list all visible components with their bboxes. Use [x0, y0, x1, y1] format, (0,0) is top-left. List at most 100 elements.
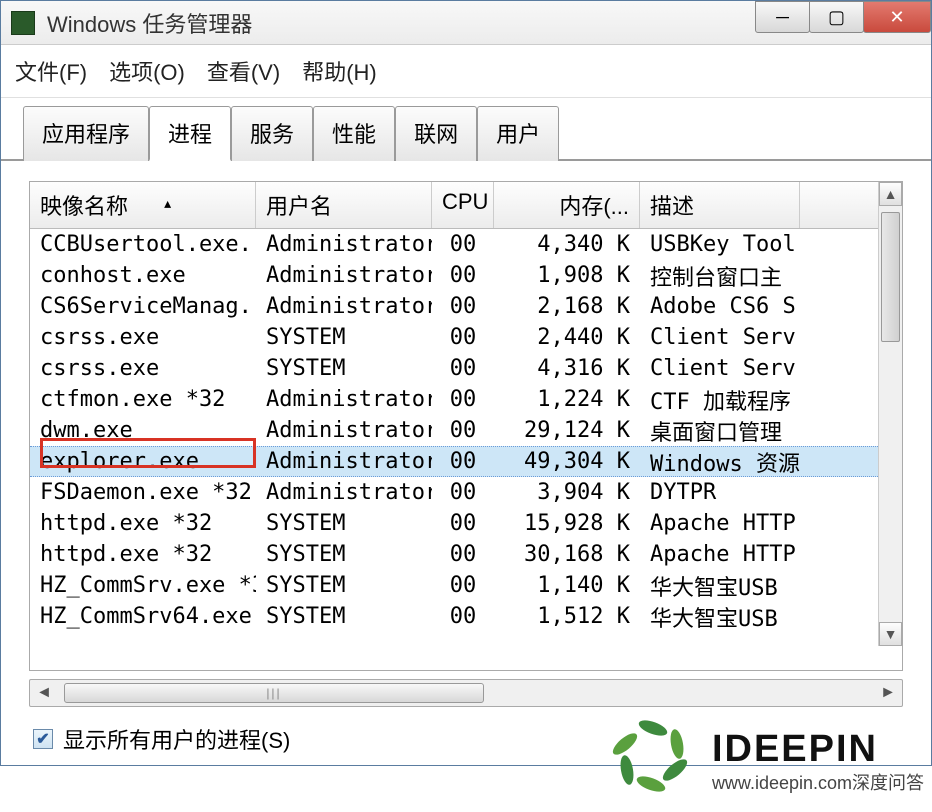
cell-name: httpd.exe *32 — [30, 540, 256, 569]
cell-mem: 29,124 K — [494, 416, 640, 445]
cell-user: Administrator — [256, 385, 432, 414]
table-row[interactable]: explorer.exeAdministrator0049,304 KWindo… — [30, 446, 902, 477]
cell-user: Administrator — [256, 416, 432, 445]
table-row[interactable]: CCBUsertool.exe...Administrator004,340 K… — [30, 229, 902, 260]
column-memory[interactable]: 内存(... — [494, 182, 640, 228]
cell-cpu: 00 — [432, 602, 494, 631]
cell-desc: Client Serv — [640, 354, 800, 383]
scroll-down-icon[interactable]: ▼ — [879, 622, 902, 646]
cell-desc: Apache HTTP — [640, 540, 800, 569]
table-row[interactable]: dwm.exeAdministrator0029,124 K桌面窗口管理 — [30, 415, 902, 446]
cell-user: Administrator — [256, 230, 432, 259]
cell-cpu: 00 — [432, 540, 494, 569]
menu-file[interactable]: 文件(F) — [15, 55, 87, 87]
table-row[interactable]: FSDaemon.exe *32Administrator003,904 KDY… — [30, 477, 902, 508]
cell-cpu: 00 — [432, 323, 494, 352]
tab-services[interactable]: 服务 — [231, 106, 313, 161]
watermark-logo-icon — [608, 716, 698, 806]
minimize-button[interactable]: ─ — [755, 1, 810, 33]
menu-options[interactable]: 选项(O) — [109, 55, 185, 87]
cell-user: Administrator — [256, 292, 432, 321]
table-row[interactable]: ctfmon.exe *32Administrator001,224 KCTF … — [30, 384, 902, 415]
cell-cpu: 00 — [432, 447, 494, 476]
cell-cpu: 00 — [432, 292, 494, 321]
menubar: 文件(F) 选项(O) 查看(V) 帮助(H) — [1, 45, 931, 98]
cell-name: httpd.exe *32 — [30, 509, 256, 538]
watermark: IDEEPIN www.ideepin.com深度问答 — [608, 716, 924, 806]
cell-desc: Adobe CS6 S — [640, 292, 800, 321]
horizontal-scrollbar[interactable]: ◄ ||| ► — [29, 679, 903, 707]
tab-applications[interactable]: 应用程序 — [23, 106, 149, 161]
cell-name: dwm.exe — [30, 416, 256, 445]
cell-name: ctfmon.exe *32 — [30, 385, 256, 414]
maximize-button[interactable]: ▢ — [809, 1, 864, 33]
sort-indicator-icon: ▴ — [164, 195, 171, 211]
tab-performance[interactable]: 性能 — [313, 106, 395, 161]
cell-cpu: 00 — [432, 478, 494, 507]
scroll-up-icon[interactable]: ▲ — [879, 182, 902, 206]
cell-user: SYSTEM — [256, 602, 432, 631]
tab-users[interactable]: 用户 — [477, 106, 559, 161]
cell-mem: 1,512 K — [494, 602, 640, 631]
close-button[interactable]: ✕ — [863, 1, 931, 33]
cell-user: SYSTEM — [256, 354, 432, 383]
watermark-brand: IDEEPIN — [712, 728, 924, 771]
cell-mem: 49,304 K — [494, 447, 640, 476]
app-icon — [11, 11, 35, 35]
table-row[interactable]: conhost.exeAdministrator001,908 K控制台窗口主 — [30, 260, 902, 291]
cell-desc: 控制台窗口主 — [640, 258, 800, 294]
tab-processes[interactable]: 进程 — [149, 106, 231, 161]
table-body: CCBUsertool.exe...Administrator004,340 K… — [30, 229, 902, 632]
vertical-scrollbar[interactable]: ▲ ▼ — [878, 182, 902, 646]
table-row[interactable]: CS6ServiceManag...Administrator002,168 K… — [30, 291, 902, 322]
cell-desc: USBKey Tool — [640, 230, 800, 259]
horizontal-scroll-thumb[interactable]: ||| — [64, 683, 484, 703]
task-manager-window: Windows 任务管理器 ─ ▢ ✕ 文件(F) 选项(O) 查看(V) 帮助… — [0, 0, 932, 766]
cell-name: HZ_CommSrv.exe *32 — [30, 571, 256, 600]
show-all-users-label: 显示所有用户的进程(S) — [63, 723, 290, 755]
table-row[interactable]: HZ_CommSrv64.exeSYSTEM001,512 K华大智宝USB — [30, 601, 902, 632]
cell-name: CCBUsertool.exe... — [30, 230, 256, 259]
window-title: Windows 任务管理器 — [47, 7, 252, 39]
cell-desc: Apache HTTP — [640, 509, 800, 538]
column-user-name[interactable]: 用户名 — [256, 182, 432, 228]
cell-name: csrss.exe — [30, 323, 256, 352]
cell-user: Administrator — [256, 478, 432, 507]
cell-desc: 华大智宝USB — [640, 599, 800, 635]
scroll-right-icon[interactable]: ► — [874, 680, 902, 706]
cell-mem: 4,316 K — [494, 354, 640, 383]
menu-view[interactable]: 查看(V) — [207, 55, 280, 87]
cell-name: conhost.exe — [30, 261, 256, 290]
cell-cpu: 00 — [432, 354, 494, 383]
cell-mem: 15,928 K — [494, 509, 640, 538]
cell-cpu: 00 — [432, 571, 494, 600]
table-row[interactable]: csrss.exeSYSTEM004,316 KClient Serv — [30, 353, 902, 384]
table-row[interactable]: httpd.exe *32SYSTEM0015,928 KApache HTTP — [30, 508, 902, 539]
menu-help[interactable]: 帮助(H) — [302, 55, 377, 87]
cell-desc: Client Serv — [640, 323, 800, 352]
tab-networking[interactable]: 联网 — [395, 106, 477, 161]
cell-cpu: 00 — [432, 230, 494, 259]
show-all-users-checkbox[interactable]: ✔ — [33, 729, 53, 749]
table-row[interactable]: httpd.exe *32SYSTEM0030,168 KApache HTTP — [30, 539, 902, 570]
column-image-name[interactable]: 映像名称 ▴ — [30, 182, 256, 228]
window-controls: ─ ▢ ✕ — [756, 1, 931, 33]
cell-cpu: 00 — [432, 509, 494, 538]
cell-user: Administrator — [256, 447, 432, 476]
column-description[interactable]: 描述 — [640, 182, 800, 228]
column-cpu[interactable]: CPU — [432, 182, 494, 228]
vertical-scroll-thumb[interactable] — [881, 212, 900, 342]
cell-desc: Windows 资源 — [640, 444, 800, 480]
titlebar[interactable]: Windows 任务管理器 ─ ▢ ✕ — [1, 1, 931, 45]
cell-user: SYSTEM — [256, 509, 432, 538]
cell-user: SYSTEM — [256, 323, 432, 352]
table-row[interactable]: csrss.exeSYSTEM002,440 KClient Serv — [30, 322, 902, 353]
cell-cpu: 00 — [432, 261, 494, 290]
scroll-left-icon[interactable]: ◄ — [30, 680, 58, 706]
cell-name: CS6ServiceManag... — [30, 292, 256, 321]
cell-mem: 4,340 K — [494, 230, 640, 259]
process-table: 映像名称 ▴ 用户名 CPU 内存(... 描述 CCBUsertool.exe… — [29, 181, 903, 671]
table-row[interactable]: HZ_CommSrv.exe *32SYSTEM001,140 K华大智宝USB — [30, 570, 902, 601]
cell-mem: 1,224 K — [494, 385, 640, 414]
cell-mem: 2,440 K — [494, 323, 640, 352]
